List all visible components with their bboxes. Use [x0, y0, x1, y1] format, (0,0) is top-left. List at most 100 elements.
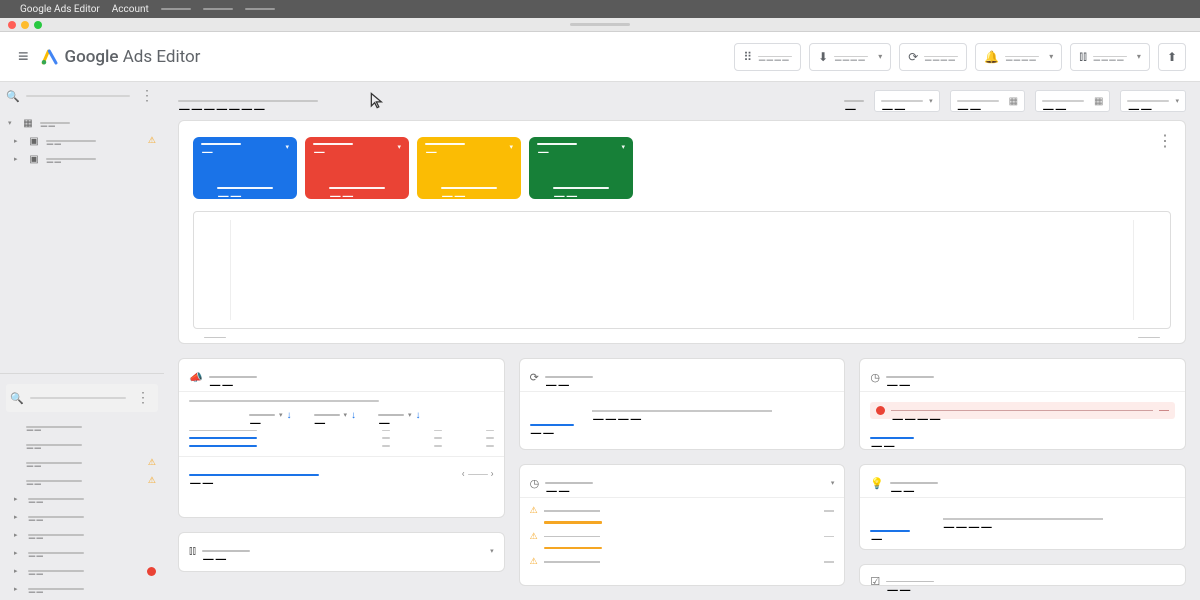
warning-icon: ⚠	[148, 458, 156, 468]
nav-item[interactable]: ▸——	[0, 508, 164, 526]
chevron-down-icon[interactable]: ▾	[490, 547, 494, 555]
nav-item[interactable]: ——⚠	[0, 472, 164, 490]
notifications-button[interactable]: 🔔————▾	[975, 43, 1062, 71]
caret-right-icon: ▸	[14, 137, 22, 145]
more-icon[interactable]: ⋮	[136, 88, 158, 104]
nav-item[interactable]: ▸——	[0, 490, 164, 508]
filter-dropdown[interactable]: ——▾	[1120, 90, 1186, 112]
col-sort[interactable]: —▾↓	[314, 410, 357, 421]
sort-down-icon: ↓	[287, 410, 292, 421]
account-icon: ▣	[28, 136, 40, 147]
caret-right-icon: ▸	[14, 531, 22, 539]
nav-item[interactable]: ▸——	[0, 580, 164, 598]
card-action-link[interactable]: ——	[870, 437, 914, 439]
os-menu-item[interactable]	[203, 8, 233, 10]
alert-banner[interactable]: ————	[870, 402, 1175, 419]
sync-icon: ⟳	[530, 371, 539, 384]
view-all-link[interactable]: ——	[189, 474, 319, 476]
metric-cards: —▾—— —▾—— —▾—— —▾——	[193, 137, 1171, 199]
os-menu-item[interactable]	[161, 8, 191, 10]
window-title	[570, 23, 630, 26]
col-sort[interactable]: —▾↓	[249, 410, 292, 421]
account-icon: ▣	[28, 154, 40, 165]
caret-right-icon: ▸	[14, 495, 22, 503]
card-action-link[interactable]: —	[870, 530, 910, 532]
bar-chart-icon: ⫾⫾	[189, 544, 196, 558]
metric-card-red[interactable]: —▾——	[305, 137, 409, 199]
account-search[interactable]: 🔍 ⋮	[0, 82, 164, 110]
calendar-icon: ▦	[1009, 96, 1018, 107]
overview-panel: ⋮ —▾—— —▾—— —▾—— —▾——	[178, 120, 1186, 344]
tree-root[interactable]: ▾ ▦ ——	[0, 114, 164, 132]
card-message: ————	[592, 410, 772, 412]
ads-logo-icon	[41, 48, 59, 66]
next-page[interactable]: ›	[491, 469, 494, 480]
nav-item[interactable]: ▸——	[0, 544, 164, 562]
history-link[interactable]	[544, 521, 602, 524]
close-window-button[interactable]	[8, 21, 16, 29]
tree-item[interactable]: ▸ ▣ ——	[0, 150, 164, 168]
upload-icon: ⬆	[1167, 50, 1177, 64]
warning-icon: ⚠	[530, 506, 538, 516]
history-link[interactable]	[544, 547, 602, 550]
nav-item[interactable]: ——	[0, 418, 164, 436]
table-row[interactable]	[189, 427, 494, 435]
stats-button[interactable]: ⫾⫾————▾	[1070, 43, 1150, 71]
minimize-window-button[interactable]	[21, 21, 29, 29]
filter-small: —	[844, 100, 864, 102]
maximize-window-button[interactable]	[34, 21, 42, 29]
card-pagination: —— ‹ ›	[189, 469, 494, 480]
campaigns-card: 📣 —— —▾↓ —▾↓ —▾↓ —— ‹ ›	[178, 358, 505, 518]
grid-icon: ⠿	[743, 50, 752, 64]
nav-item[interactable]: ▸——	[0, 562, 164, 580]
metric-card-yellow[interactable]: —▾——	[417, 137, 521, 199]
date-filter[interactable]: ——▦	[1035, 90, 1110, 112]
refresh-button[interactable]: ⟳————	[899, 43, 967, 71]
view-grid-button[interactable]: ⠿————	[734, 43, 801, 71]
metric-card-green[interactable]: —▾——	[529, 137, 633, 199]
cursor-icon	[368, 91, 388, 111]
col-sort[interactable]: —▾↓	[378, 410, 421, 421]
upload-button[interactable]: ⬆	[1158, 43, 1186, 71]
date-filter[interactable]: ——▦	[950, 90, 1025, 112]
warning-icon: ⚠	[530, 532, 538, 542]
nav-item[interactable]: ▸——	[0, 526, 164, 544]
history-item[interactable]: ⚠	[530, 555, 835, 569]
more-icon[interactable]: ⋮	[132, 390, 154, 406]
megaphone-icon: 📣	[189, 371, 203, 384]
card-action-link[interactable]: ——	[530, 424, 574, 426]
prev-page[interactable]: ‹	[462, 469, 465, 480]
chevron-down-icon[interactable]: ▾	[831, 479, 835, 487]
more-icon[interactable]: ⋮	[1157, 131, 1173, 150]
os-menu-item[interactable]	[245, 8, 275, 10]
os-menu-app[interactable]: Google Ads Editor	[20, 4, 100, 15]
clock-icon: ◷	[530, 477, 540, 490]
checkbox-icon: ☑	[870, 575, 880, 588]
filter-dropdown[interactable]: ——▾	[874, 90, 940, 112]
chevron-down-icon: ▾	[1137, 52, 1141, 61]
os-menu-account[interactable]: Account	[112, 4, 149, 15]
nav-item[interactable]: ——⚠	[0, 454, 164, 472]
apps-icon: ▦	[22, 118, 34, 129]
menu-icon[interactable]: ≡	[14, 42, 33, 71]
account-tree: ▾ ▦ —— ▸ ▣ —— ⚠ ▸ ▣ ——	[0, 110, 164, 176]
history-item[interactable]: ⚠	[530, 530, 835, 544]
nav-item[interactable]: ——	[0, 436, 164, 454]
table-row[interactable]	[189, 442, 494, 450]
tree-item[interactable]: ▸ ▣ —— ⚠	[0, 132, 164, 150]
x-axis-tick	[1138, 337, 1160, 339]
history-item[interactable]: ⚠	[530, 504, 835, 518]
nav-search[interactable]: 🔍 ⋮	[6, 384, 158, 412]
overview-chart	[193, 211, 1171, 329]
warning-icon: ⚠	[148, 136, 156, 146]
metric-card-blue[interactable]: —▾——	[193, 137, 297, 199]
os-menubar: Google Ads Editor Account	[0, 0, 1200, 18]
breadcrumb[interactable]: ———————	[178, 100, 318, 102]
bar-chart-icon: ⫾⫾	[1079, 49, 1087, 64]
x-axis-tick	[204, 337, 226, 339]
caret-right-icon: ▸	[14, 567, 22, 575]
download-button[interactable]: ⬇————▾	[809, 43, 891, 71]
chevron-down-icon: ▾	[621, 143, 625, 151]
calendar-icon: ▦	[1094, 96, 1103, 107]
table-row[interactable]	[189, 434, 494, 442]
